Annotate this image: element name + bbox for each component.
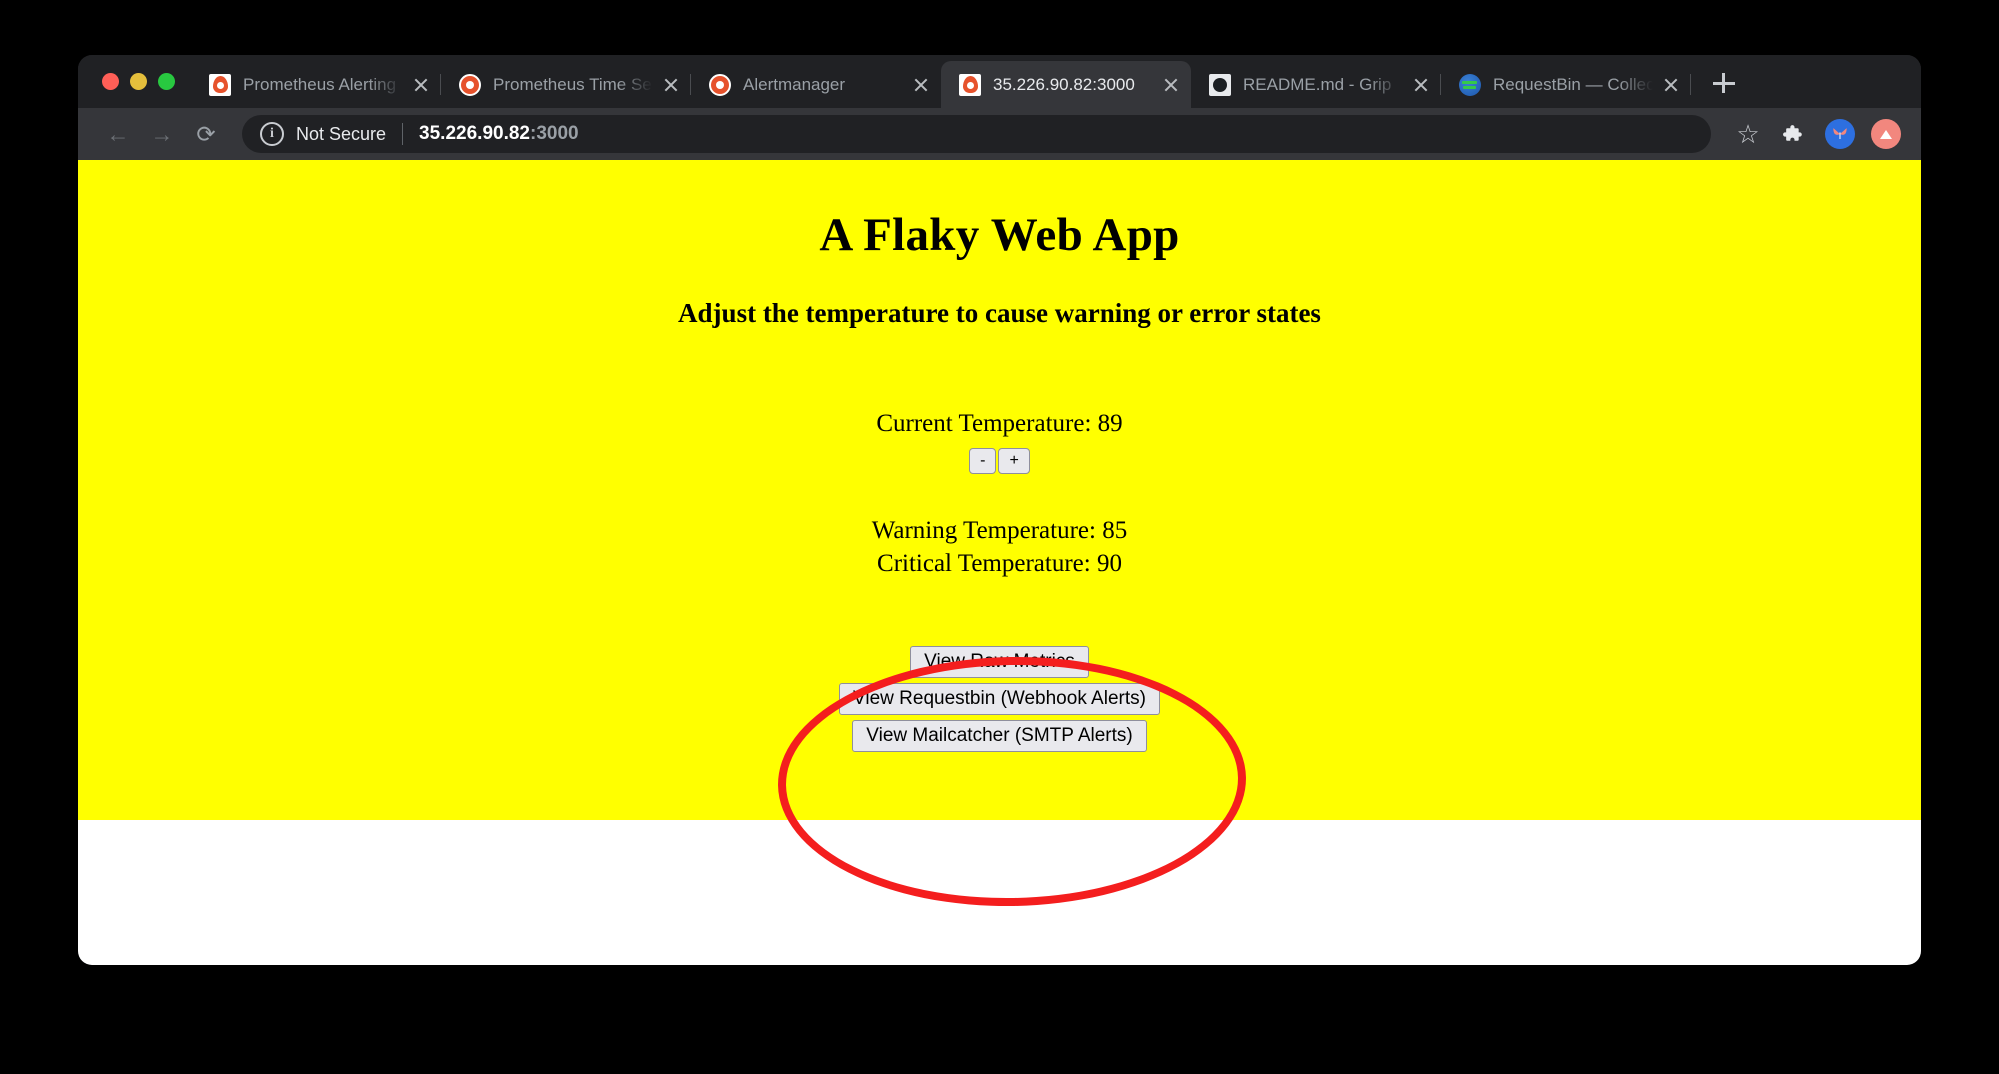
star-icon: ☆ [1736, 119, 1760, 149]
warning-temperature-label: Warning Temperature: 85 [871, 517, 1128, 544]
critical-temperature-label: Critical Temperature: 90 [877, 550, 1122, 577]
tab-title: RequestBin — Collect [1493, 74, 1653, 94]
browser-window: Prometheus Alerting Prometheus Time Ser … [78, 55, 1921, 965]
prometheus-icon [709, 73, 731, 96]
tab-title: Alertmanager [743, 74, 846, 94]
prometheus-icon [459, 73, 481, 96]
links-block: View Raw Metrics View Requestbin (Webhoo… [78, 646, 1921, 752]
window-traffic-lights [78, 55, 191, 108]
bookmark-button[interactable]: ☆ [1727, 113, 1769, 155]
page-content: A Flaky Web App Adjust the temperature t… [78, 160, 1921, 752]
close-window-button[interactable] [102, 73, 119, 90]
prometheus-icon [209, 73, 231, 96]
prometheus-icon [959, 73, 981, 96]
url-port: :3000 [530, 123, 579, 144]
current-temperature-label: Current Temperature: 89 [876, 410, 1123, 437]
requestbin-icon [1459, 73, 1481, 96]
extensions-button[interactable] [1773, 113, 1815, 155]
arrow-right-icon: → [150, 120, 174, 147]
page-subtitle: Adjust the temperature to cause warning … [678, 298, 1321, 328]
reload-icon: ⟳ [196, 120, 216, 147]
butterfly-icon [1825, 119, 1855, 149]
omnibox-divider [402, 123, 404, 145]
view-requestbin-button[interactable]: View Requestbin (Webhook Alerts) [839, 683, 1160, 715]
arrow-left-icon: ← [106, 120, 130, 147]
profile-button[interactable] [1865, 113, 1907, 155]
browser-tab-flaky-web-app[interactable]: 35.226.90.82:3000 [941, 61, 1191, 108]
page-title: A Flaky Web App [819, 209, 1180, 261]
tab-list: Prometheus Alerting Prometheus Time Ser … [191, 55, 1921, 108]
security-status-label: Not Secure [296, 123, 387, 144]
maximize-window-button[interactable] [158, 73, 175, 90]
tab-strip: Prometheus Alerting Prometheus Time Ser … [78, 55, 1921, 108]
page-viewport: A Flaky Web App Adjust the temperature t… [78, 160, 1921, 965]
threshold-block: Warning Temperature: 85 Critical Tempera… [78, 514, 1921, 580]
tab-title: README.md - Grip [1243, 74, 1392, 94]
view-raw-metrics-button[interactable]: View Raw Metrics [910, 646, 1089, 678]
reload-button[interactable]: ⟳ [184, 112, 228, 156]
temperature-stepper: - + [968, 447, 1031, 474]
github-icon [1209, 73, 1231, 96]
info-icon[interactable]: i [260, 122, 284, 146]
screen: Prometheus Alerting Prometheus Time Ser … [0, 0, 1999, 1074]
back-button[interactable]: ← [96, 112, 140, 156]
profile-icon [1871, 119, 1901, 149]
browser-toolbar: ← → ⟳ i Not Secure 35.226.90.82 :3000 ☆ [78, 108, 1921, 160]
browser-tab-alertmanager[interactable]: Alertmanager [691, 61, 941, 108]
view-mailcatcher-button[interactable]: View Mailcatcher (SMTP Alerts) [852, 720, 1147, 752]
extension-avatar-button[interactable] [1819, 113, 1861, 155]
tab-title: Prometheus Time Ser [493, 74, 653, 94]
decrement-temperature-button[interactable]: - [969, 447, 997, 474]
close-tab-button[interactable] [909, 73, 933, 97]
increment-temperature-button[interactable]: + [998, 447, 1030, 474]
close-tab-button[interactable] [1159, 73, 1183, 97]
puzzle-icon [1782, 124, 1802, 141]
new-tab-button[interactable] [1701, 60, 1747, 106]
browser-tab-readme-grip[interactable]: README.md - Grip [1191, 61, 1441, 108]
browser-tab-prometheus-time-series[interactable]: Prometheus Time Ser [441, 61, 691, 108]
tab-title: Prometheus Alerting [243, 74, 397, 94]
tab-title: 35.226.90.82:3000 [993, 74, 1135, 94]
close-tab-button[interactable] [659, 73, 683, 97]
current-temperature-block: Current Temperature: 89 - + [78, 407, 1921, 474]
close-tab-button[interactable] [1409, 73, 1433, 97]
url-host: 35.226.90.82 [419, 123, 530, 144]
forward-button[interactable]: → [140, 112, 184, 156]
minimize-window-button[interactable] [130, 73, 147, 90]
close-tab-button[interactable] [1659, 73, 1683, 97]
browser-tab-prometheus-alerting[interactable]: Prometheus Alerting [191, 61, 441, 108]
address-bar[interactable]: i Not Secure 35.226.90.82 :3000 [242, 115, 1711, 153]
close-tab-button[interactable] [409, 73, 433, 97]
browser-tab-requestbin[interactable]: RequestBin — Collect [1441, 61, 1691, 108]
